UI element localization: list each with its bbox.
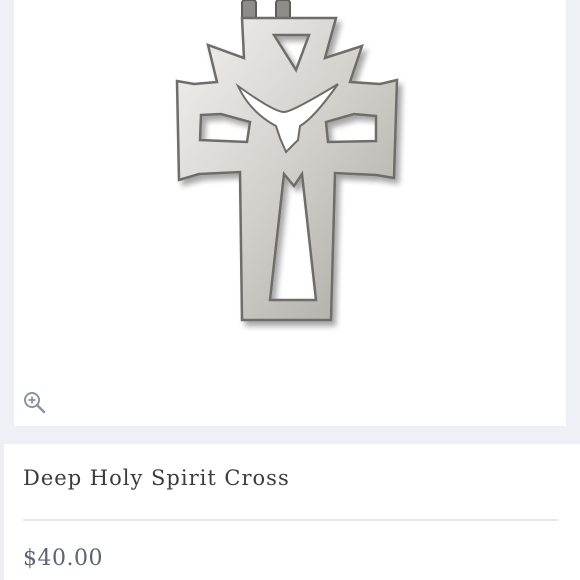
product-title: Deep Holy Spirit Cross [23, 466, 290, 490]
divider [23, 519, 558, 521]
cross-body [175, 16, 399, 322]
zoom-in-icon[interactable] [22, 390, 46, 414]
product-price: $40.00 [23, 546, 103, 571]
product-page: Deep Holy Spirit Cross $40.00 [0, 0, 580, 580]
cross-pendant-image[interactable] [14, 0, 566, 426]
product-image-panel [14, 0, 566, 426]
product-info-panel: Deep Holy Spirit Cross $40.00 [4, 444, 580, 580]
